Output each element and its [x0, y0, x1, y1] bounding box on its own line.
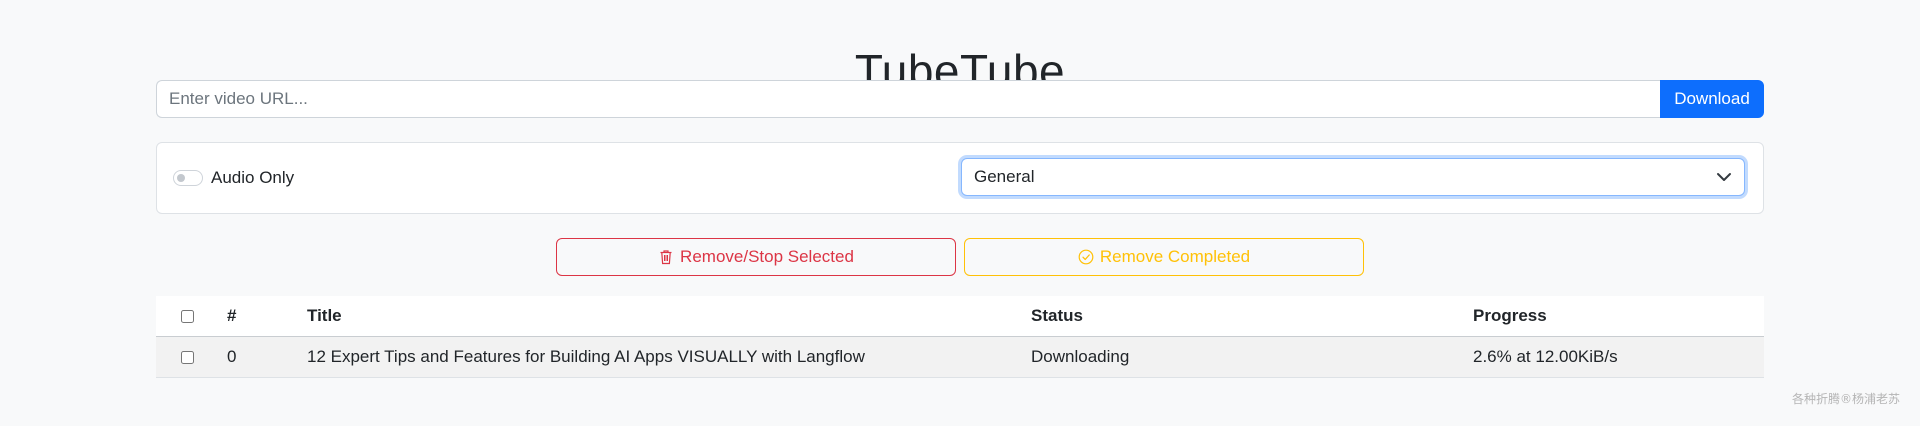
- column-header-status: Status: [1023, 296, 1465, 337]
- row-title: 12 Expert Tips and Features for Building…: [299, 336, 1023, 378]
- select-all-cell: [156, 296, 219, 337]
- trash-icon: [660, 250, 672, 265]
- audio-only-label[interactable]: Audio Only: [211, 168, 294, 188]
- row-progress: 2.6% at 12.00KiB/s: [1465, 336, 1764, 378]
- watermark: 各种折腾®杨浦老苏: [1791, 392, 1900, 406]
- column-header-progress: Progress: [1465, 296, 1764, 337]
- column-header-title: Title: [299, 296, 1023, 337]
- download-button[interactable]: Download: [1660, 80, 1764, 118]
- row-select-cell: [156, 336, 219, 378]
- options-card: Audio Only General: [156, 142, 1764, 214]
- check-circle-icon: [1078, 249, 1094, 265]
- remove-stop-selected-label: Remove/Stop Selected: [680, 247, 854, 266]
- table-row[interactable]: 0 12 Expert Tips and Features for Buildi…: [156, 336, 1764, 378]
- quality-select-value: General: [974, 167, 1035, 186]
- row-status: Downloading: [1023, 336, 1465, 378]
- chevron-down-icon: [1717, 173, 1731, 181]
- video-url-input[interactable]: [156, 80, 1660, 118]
- select-all-checkbox[interactable]: [181, 310, 194, 324]
- table-header-row: # Title Status Progress: [156, 296, 1764, 337]
- column-header-number: #: [219, 296, 299, 337]
- switch-knob: [177, 174, 185, 182]
- row-select-checkbox[interactable]: [181, 351, 194, 365]
- remove-stop-selected-button[interactable]: Remove/Stop Selected: [556, 238, 956, 276]
- downloads-table: # Title Status Progress 0 12 Expert Tips…: [156, 296, 1764, 378]
- remove-completed-label: Remove Completed: [1099, 247, 1251, 266]
- bulk-actions: Remove/Stop Selected Remove Completed: [556, 238, 1364, 276]
- quality-select[interactable]: General: [961, 158, 1745, 196]
- audio-only-switch[interactable]: [173, 170, 203, 186]
- audio-only-toggle-group: Audio Only: [173, 167, 294, 189]
- remove-completed-button[interactable]: Remove Completed: [964, 238, 1364, 276]
- url-form: Download: [156, 80, 1764, 118]
- row-number: 0: [219, 336, 299, 378]
